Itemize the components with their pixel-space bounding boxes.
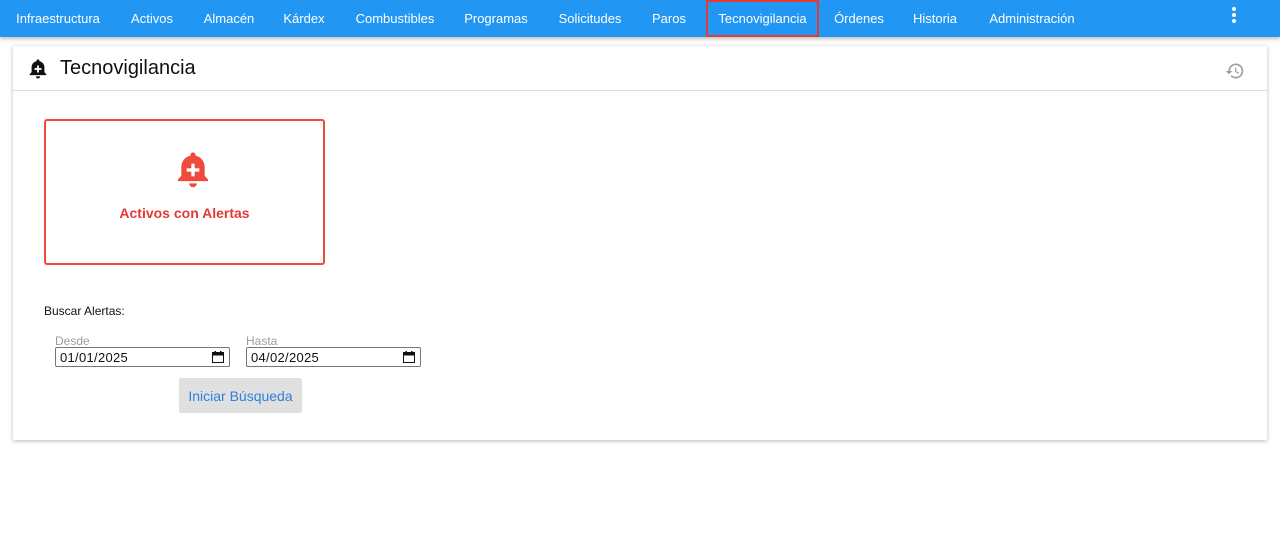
to-date-value: 04/02/2025 xyxy=(251,350,320,365)
bell-plus-icon xyxy=(29,59,47,79)
page-title: Tecnovigilancia xyxy=(60,57,196,79)
nav-item-tecnovigilancia[interactable]: Tecnovigilancia xyxy=(706,0,819,37)
nav-item-infraestructura[interactable]: Infraestructura xyxy=(3,0,113,37)
nav-item-administracion[interactable]: Administración xyxy=(978,0,1086,37)
calendar-icon[interactable] xyxy=(403,351,415,363)
nav-item-ordenes[interactable]: Órdenes xyxy=(826,0,892,37)
nav-item-kardex[interactable]: Kárdex xyxy=(274,0,334,37)
search-alerts-label: Buscar Alertas: xyxy=(44,304,125,318)
nav-item-historia[interactable]: Historia xyxy=(902,0,968,37)
nav-item-almacen[interactable]: Almacén xyxy=(192,0,266,37)
nav-item-programas[interactable]: Programas xyxy=(456,0,536,37)
nav-item-solicitudes[interactable]: Solicitudes xyxy=(548,0,632,37)
from-date-label: Desde xyxy=(55,334,90,348)
card-header: Tecnovigilancia xyxy=(13,46,1267,91)
alert-assets-tile[interactable]: Activos con Alertas xyxy=(44,119,325,265)
nav-item-combustibles[interactable]: Combustibles xyxy=(345,0,445,37)
top-nav-bar: Infraestructura Activos Almacén Kárdex C… xyxy=(0,0,1280,37)
start-search-button[interactable]: Iniciar Búsqueda xyxy=(179,378,302,413)
nav-item-activos[interactable]: Activos xyxy=(120,0,184,37)
to-date-label: Hasta xyxy=(246,334,278,348)
calendar-icon[interactable] xyxy=(212,351,224,363)
history-icon[interactable] xyxy=(1225,61,1245,81)
main-card: Tecnovigilancia Activos con Alertas Busc… xyxy=(13,46,1267,440)
from-date-value: 01/01/2025 xyxy=(60,350,129,365)
from-date-input[interactable]: 01/01/2025 xyxy=(55,347,230,367)
alert-tile-label: Activos con Alertas xyxy=(119,205,250,221)
bell-plus-icon xyxy=(178,152,208,188)
nav-item-paros[interactable]: Paros xyxy=(642,0,696,37)
more-vertical-icon[interactable] xyxy=(1224,5,1244,25)
to-date-input[interactable]: 04/02/2025 xyxy=(246,347,421,367)
